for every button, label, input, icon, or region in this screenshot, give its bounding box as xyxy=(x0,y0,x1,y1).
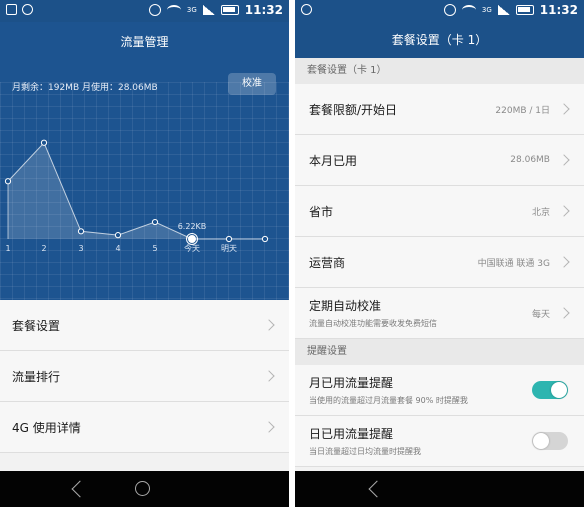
menu-plan-settings-label: 套餐设置 xyxy=(12,318,61,333)
row-plan-limit-value: 220MB / 1日 xyxy=(495,105,550,116)
row-month-remind-desc: 当使用的流量超过月流量套餐 90% 时提醒我 xyxy=(309,396,468,405)
section-header-remind: 提醒设置 xyxy=(295,339,584,365)
chevron-right-icon xyxy=(558,103,570,115)
plan-settings-screen: 3G 11:32 套餐设置（卡 1） 套餐设置（卡 1） 套餐限额/开始日 22… xyxy=(295,0,584,507)
row-day-remind-desc: 当日流量超过日均流量时提醒我 xyxy=(309,447,421,456)
alarm-icon xyxy=(443,4,456,16)
month-remind-toggle[interactable] xyxy=(532,381,568,399)
alarm-icon xyxy=(148,4,161,16)
chevron-right-icon xyxy=(263,370,275,382)
navigation-bar xyxy=(0,471,289,507)
wifi-icon xyxy=(166,5,181,15)
chevron-right-icon xyxy=(558,205,570,217)
network-type: 3G xyxy=(481,5,492,14)
battery-icon xyxy=(515,5,534,15)
navigation-bar xyxy=(295,471,584,507)
menu-traffic-ranking-label: 流量排行 xyxy=(12,369,61,384)
x-tick-label: 今天 xyxy=(184,243,200,253)
row-province[interactable]: 省市 北京 xyxy=(295,186,584,237)
clock: 11:32 xyxy=(539,3,578,17)
row-monthly-used-label: 本月已用 xyxy=(309,153,358,168)
chevron-right-icon xyxy=(263,319,275,331)
x-tick-label: 5 xyxy=(152,244,157,253)
back-icon[interactable] xyxy=(368,480,386,498)
row-auto-calibrate-label: 定期自动校准 xyxy=(309,299,382,313)
chevron-right-icon xyxy=(558,154,570,166)
row-auto-calibrate[interactable]: 定期自动校准 流量自动校准功能需要收发免费短信 每天 xyxy=(295,288,584,339)
row-monthly-used-value: 28.06MB xyxy=(510,155,550,165)
settings-menu: 套餐设置 流量排行 4G 使用详情 xyxy=(0,300,289,453)
data-point xyxy=(261,235,269,243)
usage-panel: 流量管理 月剩余：192MB 月使用：28.06MB 校准 1 2 3 4 5 今天 明天 6… xyxy=(0,22,289,300)
clock: 11:32 xyxy=(244,3,283,17)
chevron-right-icon xyxy=(558,307,570,319)
data-point xyxy=(114,232,122,239)
data-point xyxy=(40,139,48,146)
status-bar: 3G 11:32 xyxy=(295,0,584,22)
row-province-label: 省市 xyxy=(309,204,334,219)
traffic-management-screen: 3G 11:32 流量管理 月剩余：192MB 月使用：28.06MB 校准 1… xyxy=(0,0,289,507)
data-point xyxy=(225,235,233,243)
chevron-right-icon xyxy=(263,421,275,433)
x-tick-label: 明天 xyxy=(221,244,237,253)
battery-icon xyxy=(220,5,239,15)
signal-icon xyxy=(497,5,510,15)
wifi-icon xyxy=(461,5,476,15)
data-point xyxy=(77,228,85,235)
row-auto-calibrate-value: 每天 xyxy=(531,309,550,320)
row-month-remind: 月已用流量提醒 当使用的流量超过月流量套餐 90% 时提醒我 xyxy=(295,365,584,416)
row-carrier-label: 运营商 xyxy=(309,255,346,270)
page-title: 套餐设置（卡 1） xyxy=(295,22,584,58)
menu-traffic-ranking[interactable]: 流量排行 xyxy=(0,351,289,402)
toggle-knob xyxy=(551,382,567,398)
page-title: 流量管理 xyxy=(120,35,169,49)
gallery-icon xyxy=(6,4,17,15)
section-header-plan: 套餐设置（卡 1） xyxy=(295,58,584,84)
daily-usage-chart: 1 2 3 4 5 今天 明天 6.22KB xyxy=(4,139,269,253)
row-carrier-value: 中国联通 联通 3G xyxy=(477,258,550,269)
usage-area xyxy=(8,142,265,239)
row-month-remind-label: 月已用流量提醒 xyxy=(309,376,394,390)
data-point xyxy=(151,218,159,226)
data-point xyxy=(188,235,196,243)
row-plan-limit-label: 套餐限额/开始日 xyxy=(309,102,398,117)
row-day-remind: 日已用流量提醒 当日流量超过日均流量时提醒我 xyxy=(295,416,584,467)
x-tick-label: 4 xyxy=(115,244,120,253)
network-type: 3G xyxy=(186,5,197,14)
home-icon[interactable] xyxy=(135,481,150,496)
status-bar: 3G 11:32 xyxy=(0,0,289,22)
x-tick-label: 1 xyxy=(5,244,10,253)
row-monthly-used[interactable]: 本月已用 28.06MB xyxy=(295,135,584,186)
data-point xyxy=(4,178,12,185)
toggle-knob xyxy=(533,433,549,449)
x-tick-label: 2 xyxy=(41,244,46,253)
current-usage-label: 6.22KB xyxy=(178,222,207,231)
notification-icon xyxy=(301,4,312,15)
chevron-right-icon xyxy=(558,256,570,268)
menu-4g-details-label: 4G 使用详情 xyxy=(12,420,81,435)
row-plan-limit[interactable]: 套餐限额/开始日 220MB / 1日 xyxy=(295,84,584,135)
row-auto-calibrate-desc: 流量自动校准功能需要收发免费短信 xyxy=(309,319,437,328)
row-carrier[interactable]: 运营商 中国联通 联通 3G xyxy=(295,237,584,288)
menu-4g-details[interactable]: 4G 使用详情 xyxy=(0,402,289,453)
x-tick-label: 3 xyxy=(78,244,83,253)
back-icon[interactable] xyxy=(71,480,89,498)
row-province-value: 北京 xyxy=(531,207,550,218)
signal-icon xyxy=(202,5,215,15)
day-remind-toggle[interactable] xyxy=(532,432,568,450)
notification-icon xyxy=(22,4,33,15)
row-day-remind-label: 日已用流量提醒 xyxy=(309,427,394,441)
menu-plan-settings[interactable]: 套餐设置 xyxy=(0,300,289,351)
